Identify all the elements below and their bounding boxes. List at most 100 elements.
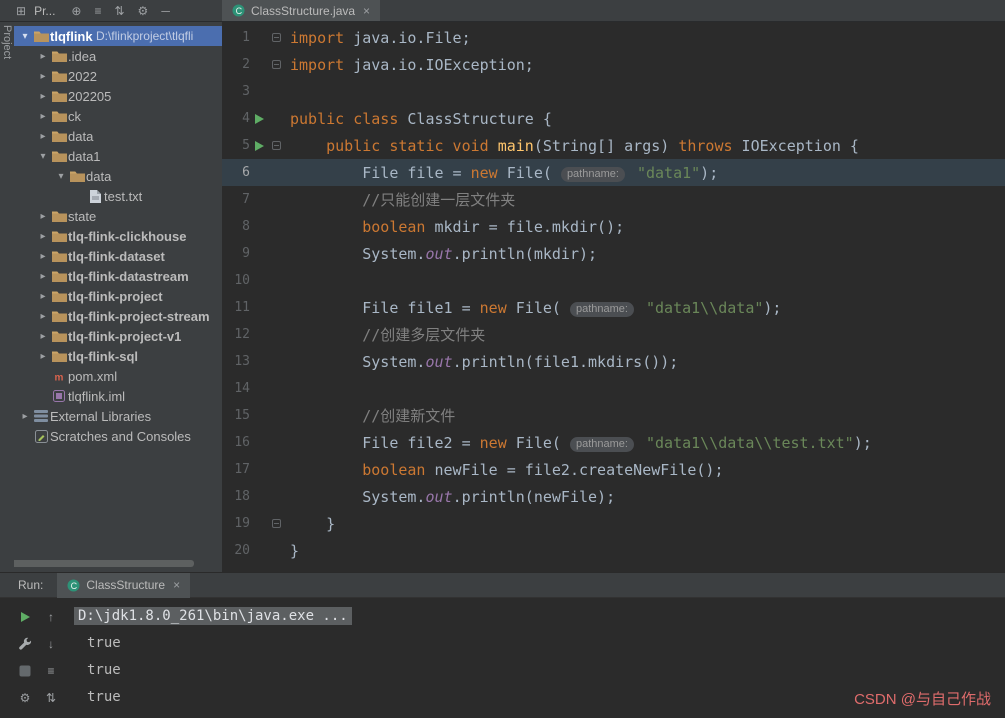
line-number[interactable]: 5 <box>222 138 250 153</box>
line-number[interactable]: 16 <box>222 435 250 450</box>
code-line-5[interactable]: 5 public static void main(String[] args)… <box>222 132 1005 159</box>
code-line-20[interactable]: 20} <box>222 537 1005 564</box>
chevron-right-icon[interactable]: ▸ <box>36 331 50 342</box>
line-number[interactable]: 20 <box>222 543 250 558</box>
fold-icon[interactable] <box>268 519 284 528</box>
tree-item-ck[interactable]: ▸ ck <box>14 106 222 126</box>
tree-item-tlq-flink-datastream[interactable]: ▸ tlq-flink-datastream <box>14 266 222 286</box>
down-arrow-icon[interactable]: ↓ <box>38 630 64 657</box>
fold-icon[interactable] <box>268 60 284 69</box>
line-number[interactable]: 9 <box>222 246 250 261</box>
scroll-end-icon[interactable]: ⇅ <box>38 684 64 711</box>
line-number[interactable]: 14 <box>222 381 250 396</box>
chevron-right-icon[interactable]: ▸ <box>36 311 50 322</box>
line-number[interactable]: 7 <box>222 192 250 207</box>
run-line-icon[interactable] <box>250 113 268 125</box>
line-number[interactable]: 17 <box>222 462 250 477</box>
chevron-right-icon[interactable]: ▸ <box>36 211 50 222</box>
horizontal-scrollbar[interactable] <box>2 560 194 567</box>
run-line-icon[interactable] <box>250 140 268 152</box>
code-line-7[interactable]: 7 //只能创建一层文件夹 <box>222 186 1005 213</box>
chevron-right-icon[interactable]: ▸ <box>36 51 50 62</box>
code-line-12[interactable]: 12 //创建多层文件夹 <box>222 321 1005 348</box>
chevron-right-icon[interactable]: ▸ <box>36 91 50 102</box>
tree-item-202205[interactable]: ▸ 202205 <box>14 86 222 106</box>
chevron-right-icon[interactable]: ▸ <box>18 411 32 422</box>
chevron-right-icon[interactable]: ▸ <box>36 251 50 262</box>
swap-icon[interactable]: ⇅ <box>114 5 124 17</box>
code-line-16[interactable]: 16 File file2 = new File( pathname: "dat… <box>222 429 1005 456</box>
line-number[interactable]: 8 <box>222 219 250 234</box>
globe-icon[interactable]: ⊕ <box>71 5 81 17</box>
chevron-right-icon[interactable]: ▸ <box>36 291 50 302</box>
line-number[interactable]: 19 <box>222 516 250 531</box>
tree-item-tlqflink-iml[interactable]: tlqflink.iml <box>14 386 222 406</box>
chevron-right-icon[interactable]: ▸ <box>36 131 50 142</box>
chevron-down-icon[interactable]: ▾ <box>18 31 32 42</box>
gears-icon[interactable]: ⚙ <box>12 684 38 711</box>
tree-item-data[interactable]: ▸ data <box>14 126 222 146</box>
tree-item-test-txt[interactable]: test.txt <box>14 186 222 206</box>
tree-item-tlq-flink-project[interactable]: ▸ tlq-flink-project <box>14 286 222 306</box>
code-line-8[interactable]: 8 boolean mkdir = file.mkdir(); <box>222 213 1005 240</box>
code-line-1[interactable]: 1 import java.io.File; <box>222 24 1005 51</box>
run-tab[interactable]: C ClassStructure × <box>57 572 191 598</box>
code-line-19[interactable]: 19 } <box>222 510 1005 537</box>
line-number[interactable]: 18 <box>222 489 250 504</box>
sort-icon[interactable]: ≡ <box>94 5 101 17</box>
tree-item-tlq-flink-project-v1[interactable]: ▸ tlq-flink-project-v1 <box>14 326 222 346</box>
editor-tab[interactable]: C ClassStructure.java × <box>222 0 381 21</box>
tree-item-external-libraries[interactable]: ▸ External Libraries <box>14 406 222 426</box>
wrench-icon[interactable] <box>12 630 38 657</box>
code-line-6[interactable]: 6 File file = new File( pathname: "data1… <box>222 159 1005 186</box>
code-line-18[interactable]: 18 System.out.println(newFile); <box>222 483 1005 510</box>
code-line-13[interactable]: 13 System.out.println(file1.mkdirs()); <box>222 348 1005 375</box>
up-arrow-icon[interactable]: ↑ <box>38 603 64 630</box>
chevron-right-icon[interactable]: ▸ <box>36 271 50 282</box>
tree-item-tlqflink[interactable]: ▾ tlqflink D:\flinkproject\tlqfli <box>14 26 222 46</box>
code-editor[interactable]: 1 import java.io.File; 2 import java.io.IOE… <box>222 22 1005 572</box>
tree-item-tlq-flink-dataset[interactable]: ▸ tlq-flink-dataset <box>14 246 222 266</box>
code-line-3[interactable]: 3 <box>222 78 1005 105</box>
tree-item-tlq-flink-project-stream[interactable]: ▸ tlq-flink-project-stream <box>14 306 222 326</box>
line-number[interactable]: 13 <box>222 354 250 369</box>
fold-icon[interactable] <box>268 141 284 150</box>
line-number[interactable]: 1 <box>222 30 250 45</box>
tree-item-data[interactable]: ▾ data <box>14 166 222 186</box>
line-number[interactable]: 15 <box>222 408 250 423</box>
tree-item-data1[interactable]: ▾ data1 <box>14 146 222 166</box>
chevron-right-icon[interactable]: ▸ <box>36 351 50 362</box>
fold-icon[interactable] <box>268 33 284 42</box>
tree-item-tlq-flink-clickhouse[interactable]: ▸ tlq-flink-clickhouse <box>14 226 222 246</box>
code-line-4[interactable]: 4 public class ClassStructure { <box>222 105 1005 132</box>
chevron-down-icon[interactable]: ▾ <box>36 151 50 162</box>
code-line-10[interactable]: 10 <box>222 267 1005 294</box>
minimize-icon[interactable]: ─ <box>161 5 170 17</box>
line-number[interactable]: 10 <box>222 273 250 288</box>
chevron-right-icon[interactable]: ▸ <box>36 111 50 122</box>
tree-item-scratches-and-consoles[interactable]: Scratches and Consoles <box>14 426 222 446</box>
project-selector[interactable]: Pr... <box>34 4 55 18</box>
chevron-right-icon[interactable]: ▸ <box>36 71 50 82</box>
line-number[interactable]: 11 <box>222 300 250 315</box>
line-number[interactable]: 3 <box>222 84 250 99</box>
tree-item-tlq-flink-sql[interactable]: ▸ tlq-flink-sql <box>14 346 222 366</box>
tree-item-2022[interactable]: ▸ 2022 <box>14 66 222 86</box>
code-line-15[interactable]: 15 //创建新文件 <box>222 402 1005 429</box>
code-line-14[interactable]: 14 <box>222 375 1005 402</box>
close-icon[interactable]: × <box>363 4 370 18</box>
close-icon[interactable]: × <box>173 578 180 592</box>
code-line-2[interactable]: 2 import java.io.IOException; <box>222 51 1005 78</box>
stop-icon[interactable] <box>12 657 38 684</box>
tree-item-state[interactable]: ▸ state <box>14 206 222 226</box>
tree-item--idea[interactable]: ▸ .idea <box>14 46 222 66</box>
gear-icon[interactable]: ⚙ <box>138 5 149 17</box>
soft-wrap-icon[interactable]: ≡ <box>38 657 64 684</box>
project-tool-window-button[interactable]: Project <box>1 25 13 59</box>
line-number[interactable]: 2 <box>222 57 250 72</box>
line-number[interactable]: 4 <box>222 111 250 126</box>
tree-item-pom-xml[interactable]: m pom.xml <box>14 366 222 386</box>
line-number[interactable]: 6 <box>222 165 250 180</box>
line-number[interactable]: 12 <box>222 327 250 342</box>
code-line-9[interactable]: 9 System.out.println(mkdir); <box>222 240 1005 267</box>
